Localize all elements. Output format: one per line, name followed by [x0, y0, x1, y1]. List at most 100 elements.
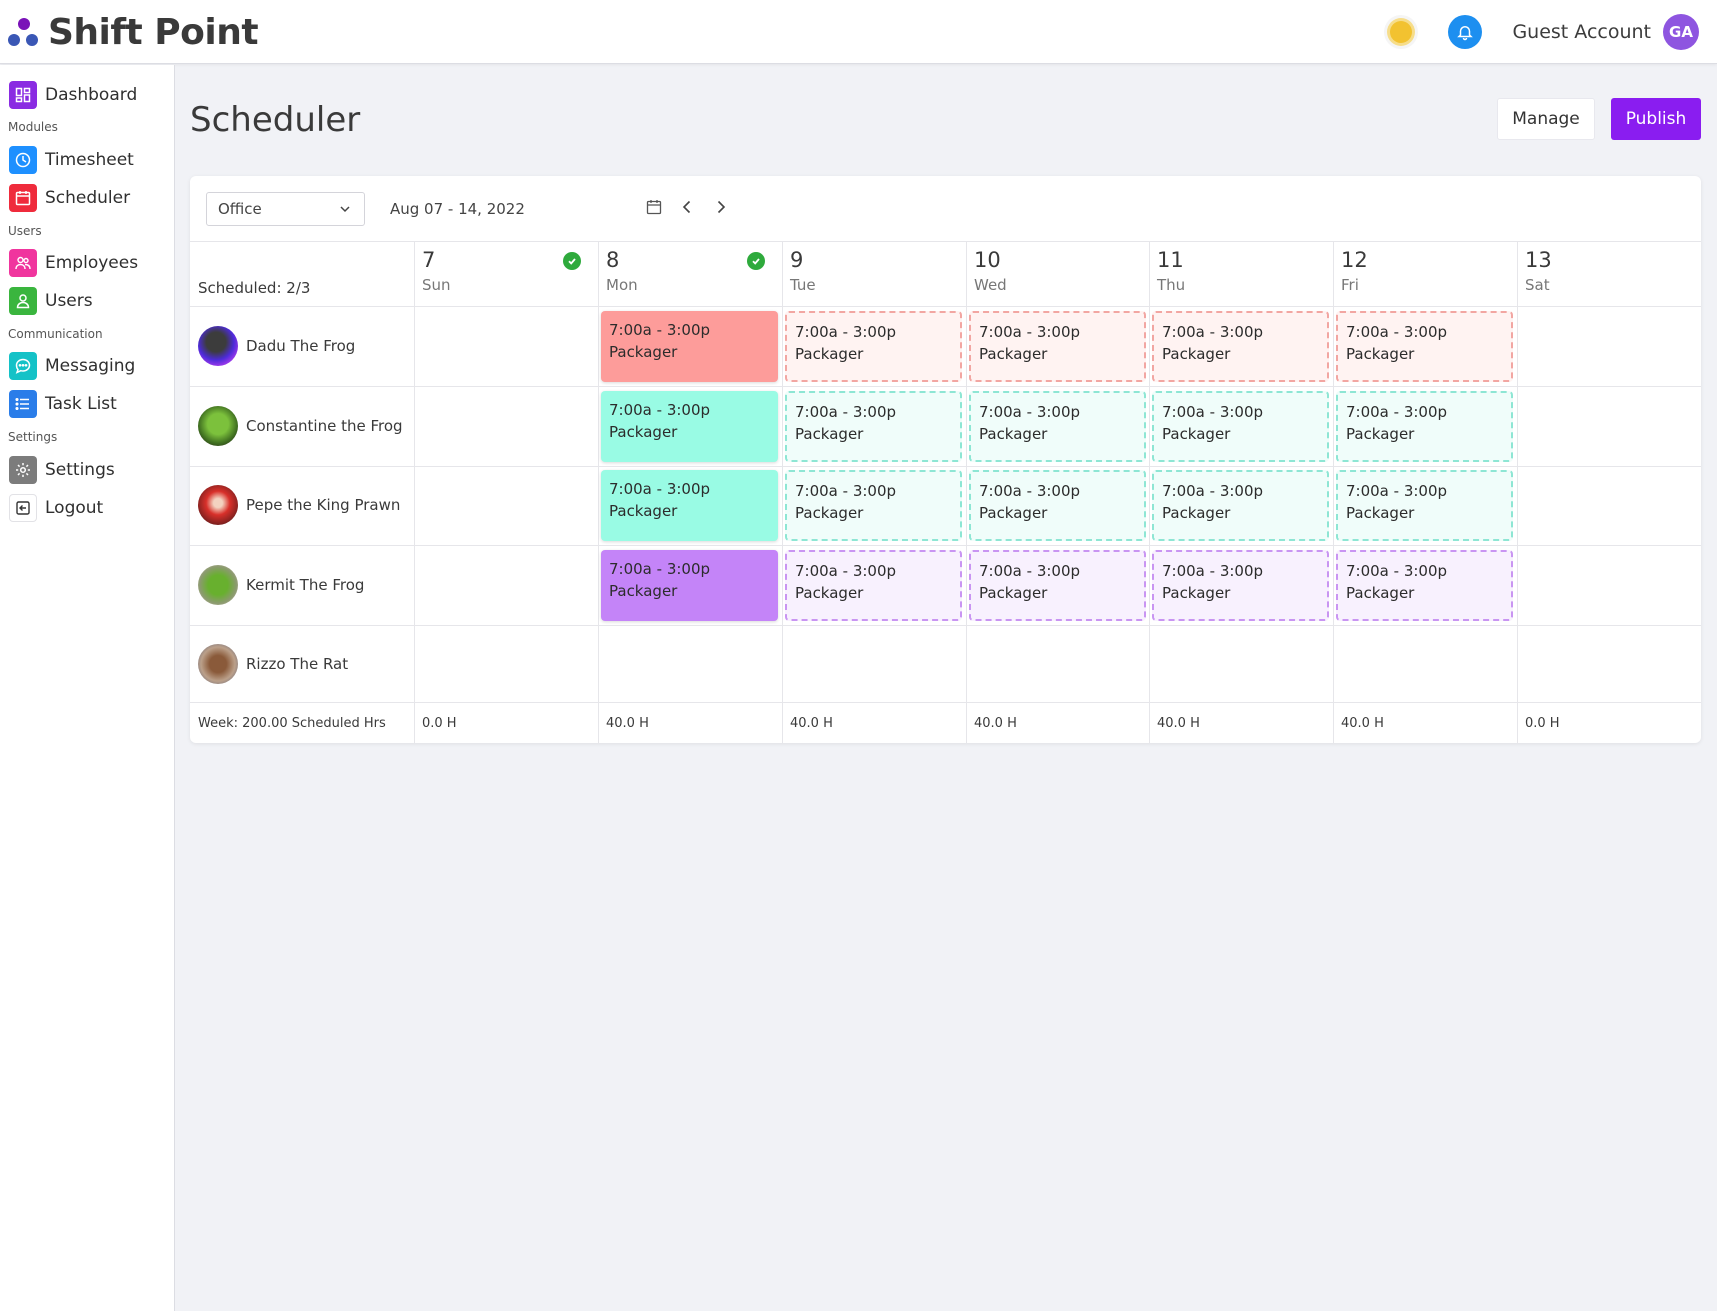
shift-time: 7:00a - 3:00p: [979, 323, 1081, 341]
employee-row[interactable]: Kermit The Frog: [198, 564, 364, 606]
day-header-mon[interactable]: 8 Mon: [598, 242, 782, 306]
shift-block-draft[interactable]: 7:00a - 3:00p Packager: [785, 470, 962, 541]
employee-row[interactable]: Dadu The Frog: [198, 325, 355, 367]
day-hours: 40.0 H: [974, 716, 1017, 731]
grid-divider: [1517, 242, 1518, 743]
shift-block-draft[interactable]: 7:00a - 3:00p Packager: [1152, 391, 1329, 462]
day-header-fri[interactable]: 12 Fri: [1333, 242, 1517, 306]
sidebar-item-messaging[interactable]: Messaging: [9, 351, 135, 381]
day-header-tue[interactable]: 9 Tue: [782, 242, 966, 306]
day-hours: 0.0 H: [1525, 716, 1560, 731]
sidebar-item-logout[interactable]: Logout: [9, 493, 103, 523]
sun-icon: [1390, 21, 1413, 43]
day-header-wed[interactable]: 10 Wed: [966, 242, 1149, 306]
shift-role: Packager: [1346, 504, 1415, 522]
notifications-button[interactable]: [1448, 15, 1483, 49]
app-logo[interactable]: Shift Point: [8, 10, 259, 54]
sidebar-item-label: Timesheet: [45, 150, 134, 170]
sidebar-item-label: Users: [45, 291, 93, 311]
employee-name: Dadu The Frog: [246, 337, 356, 355]
day-name: Sun: [422, 276, 451, 294]
shift-role: Packager: [1346, 584, 1415, 602]
day-number: 8: [606, 248, 620, 272]
grid-divider: [190, 545, 1701, 546]
avatar: [198, 644, 238, 684]
shift-block[interactable]: 7:00a - 3:00p Packager: [601, 470, 778, 541]
grid-divider: [598, 242, 599, 743]
clock-icon: [9, 146, 37, 174]
shift-block-draft[interactable]: 7:00a - 3:00p Packager: [969, 391, 1146, 462]
chat-icon: [9, 352, 37, 380]
shift-block[interactable]: 7:00a - 3:00p Packager: [601, 311, 778, 382]
sidebar-section-modules: Modules: [8, 120, 58, 134]
shift-block[interactable]: 7:00a - 3:00p Packager: [601, 550, 778, 621]
sidebar-item-label: Employees: [45, 253, 139, 273]
day-name: Mon: [606, 276, 638, 294]
shift-block-draft[interactable]: 7:00a - 3:00p Packager: [1336, 311, 1513, 382]
grid-divider: [190, 306, 1701, 307]
employee-row[interactable]: Rizzo The Rat: [198, 643, 348, 685]
bell-icon: [1457, 26, 1474, 41]
day-header-sat[interactable]: 13 Sat: [1517, 242, 1701, 306]
shift-time: 7:00a - 3:00p: [1162, 482, 1264, 500]
shift-block-draft[interactable]: 7:00a - 3:00p Packager: [1152, 470, 1329, 541]
shift-block-draft[interactable]: 7:00a - 3:00p Packager: [969, 550, 1146, 621]
day-header-sun[interactable]: 7 Sun: [414, 242, 598, 306]
shift-block-draft[interactable]: 7:00a - 3:00p Packager: [1336, 550, 1513, 621]
shift-time: 7:00a - 3:00p: [1162, 562, 1264, 580]
manage-button[interactable]: Manage: [1497, 98, 1595, 140]
sidebar-item-users[interactable]: Users: [9, 286, 93, 316]
shift-block-draft[interactable]: 7:00a - 3:00p Packager: [1336, 391, 1513, 462]
account-name[interactable]: Guest Account: [1512, 21, 1651, 43]
shift-role: Packager: [1162, 504, 1231, 522]
shift-time: 7:00a - 3:00p: [609, 321, 711, 339]
next-week-button[interactable]: [710, 196, 732, 218]
sidebar-item-employees[interactable]: Employees: [9, 248, 138, 278]
grid-divider: [782, 242, 783, 743]
chevron-down-icon: [340, 206, 350, 213]
schedule-card: Office Aug 07 - 14, 2022 7 Sun 8 Mon 9 T…: [190, 176, 1701, 743]
previous-week-button[interactable]: [676, 196, 698, 218]
day-name: Wed: [974, 276, 1007, 294]
shift-role: Packager: [609, 343, 678, 361]
employee-row[interactable]: Constantine the Frog: [198, 405, 403, 447]
sidebar-item-timesheet[interactable]: Timesheet: [9, 145, 134, 175]
shift-time: 7:00a - 3:00p: [979, 403, 1081, 421]
sidebar-item-task-list[interactable]: Task List: [9, 389, 117, 419]
shift-block-draft[interactable]: 7:00a - 3:00p Packager: [969, 470, 1146, 541]
shift-block[interactable]: 7:00a - 3:00p Packager: [601, 391, 778, 462]
day-header-thu[interactable]: 11 Thu: [1149, 242, 1333, 306]
page-title: Scheduler: [190, 100, 361, 140]
shift-block-draft[interactable]: 7:00a - 3:00p Packager: [785, 550, 962, 621]
publish-button[interactable]: Publish: [1611, 98, 1701, 140]
shift-block-draft[interactable]: 7:00a - 3:00p Packager: [1152, 311, 1329, 382]
day-number: 10: [974, 248, 1001, 272]
week-total-hours: Week: 200.00 Scheduled Hrs: [198, 716, 386, 731]
shift-role: Packager: [1162, 345, 1231, 363]
shift-block-draft[interactable]: 7:00a - 3:00p Packager: [1152, 550, 1329, 621]
sidebar-item-dashboard[interactable]: Dashboard: [9, 80, 137, 110]
chevron-left-icon: [682, 200, 691, 214]
sidebar-item-settings[interactable]: Settings: [9, 455, 115, 485]
shift-block-draft[interactable]: 7:00a - 3:00p Packager: [969, 311, 1146, 382]
shift-time: 7:00a - 3:00p: [795, 403, 897, 421]
location-select-value: Office: [218, 200, 262, 218]
calendar-picker-button[interactable]: [643, 196, 665, 218]
shift-role: Packager: [979, 425, 1048, 443]
account-avatar[interactable]: GA: [1663, 14, 1699, 50]
location-select[interactable]: Office: [206, 192, 365, 226]
avatar: [198, 326, 238, 366]
sidebar-item-scheduler[interactable]: Scheduler: [9, 183, 130, 213]
sidebar-section-settings: Settings: [8, 430, 58, 444]
theme-toggle-button[interactable]: [1384, 15, 1419, 49]
calendar-icon: [9, 184, 37, 212]
shift-block-draft[interactable]: 7:00a - 3:00p Packager: [785, 391, 962, 462]
shift-role: Packager: [1346, 345, 1415, 363]
shift-block-draft[interactable]: 7:00a - 3:00p Packager: [1336, 470, 1513, 541]
shift-role: Packager: [1162, 425, 1231, 443]
avatar: [198, 485, 238, 525]
grid-divider: [190, 625, 1701, 626]
shift-role: Packager: [979, 345, 1048, 363]
shift-block-draft[interactable]: 7:00a - 3:00p Packager: [785, 311, 962, 382]
employee-row[interactable]: Pepe the King Prawn: [198, 484, 400, 526]
